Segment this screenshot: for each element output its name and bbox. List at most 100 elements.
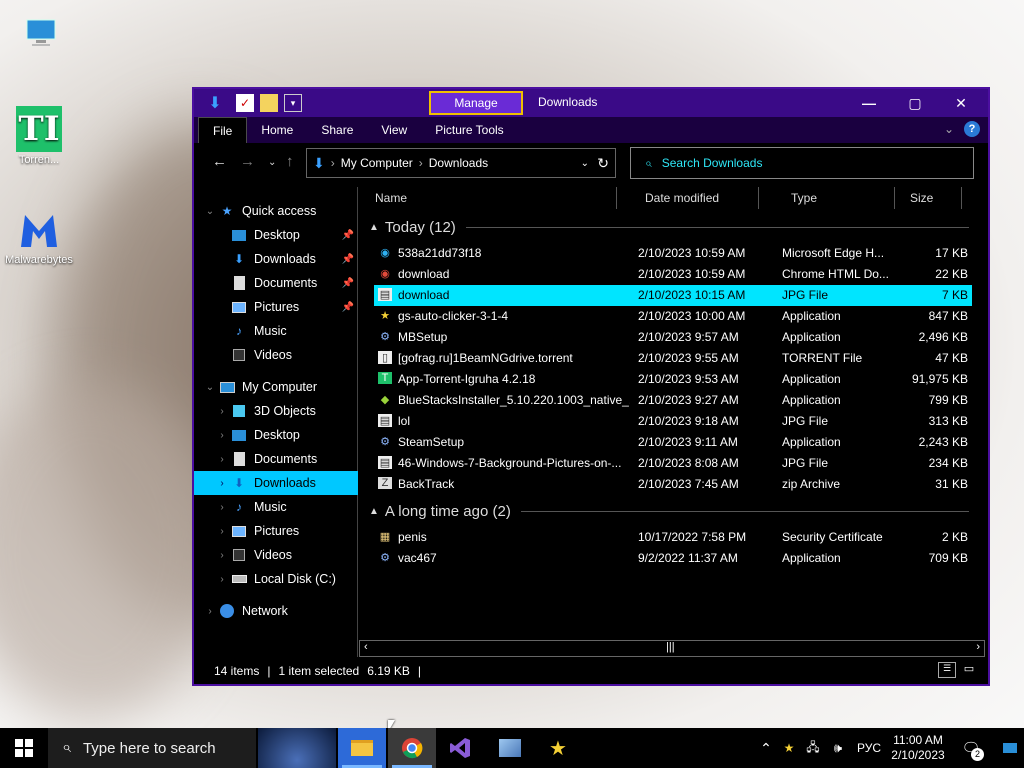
address-bar[interactable]: ⬇ › My Computer › Downloads ⌄ ↻ — [306, 148, 616, 178]
scroll-thumb[interactable]: ||| — [666, 641, 675, 653]
nav-documents[interactable]: › Documents — [194, 447, 358, 471]
nav-quick-access[interactable]: ⌄ ★ Quick access — [194, 199, 358, 223]
maximize-button[interactable]: ▢ — [892, 89, 938, 117]
recent-locations-chevron-icon[interactable]: ⌄ — [268, 157, 276, 168]
chevron-right-icon[interactable]: › — [202, 606, 218, 617]
desktop-icon-this-pc[interactable] — [2, 10, 80, 58]
nav-quick-documents[interactable]: Documents 📌 — [194, 271, 358, 295]
customize-quick-access-icon[interactable]: ▾ — [284, 94, 302, 112]
file-row[interactable]: ⚙ vac467 9/2/2022 11:37 AM Application 709 K… — [374, 548, 972, 569]
nav-quick-videos[interactable]: Videos — [194, 343, 358, 367]
help-icon[interactable]: ? — [964, 121, 980, 137]
language-indicator[interactable]: РУС — [852, 728, 886, 768]
file-row[interactable]: T App-Torrent-Igruha 4.2.18 2/10/2023 9:53… — [374, 369, 972, 390]
nav-quick-music[interactable]: ♪ Music — [194, 319, 358, 343]
breadcrumb-my-computer[interactable]: My Computer — [341, 156, 413, 170]
file-row[interactable]: ◆ BlueStacksInstaller_5.10.220.1003_nativ… — [374, 390, 972, 411]
chevron-right-icon[interactable]: › — [214, 478, 230, 489]
nav-my-computer[interactable]: ⌄ My Computer — [194, 375, 358, 399]
volume-icon[interactable]: 🕪 — [826, 728, 850, 768]
forward-arrow-icon[interactable]: → — [240, 153, 255, 170]
scroll-left-icon[interactable]: ‹ — [364, 641, 368, 653]
chevron-right-icon[interactable]: › — [214, 574, 230, 585]
properties-icon[interactable]: ✓ — [236, 94, 254, 112]
tab-file[interactable]: File — [198, 117, 248, 143]
column-header-name[interactable]: Name — [359, 187, 617, 209]
file-row[interactable]: ▤ 46-Windows-7-Background-Pictures-on-...… — [374, 453, 972, 474]
notification-center[interactable]: 🗨 2 — [956, 728, 986, 768]
column-header-type[interactable]: Type — [775, 187, 895, 209]
manage-tab[interactable]: Manage — [429, 91, 523, 115]
search-input[interactable]: Search Downloads — [662, 156, 763, 170]
expand-ribbon-icon[interactable]: ⌄ — [944, 122, 954, 136]
new-folder-icon[interactable] — [260, 94, 278, 112]
tab-home[interactable]: Home — [247, 117, 307, 143]
desktop-icon-malwarebytes[interactable]: Malwarebytes — [0, 206, 78, 266]
nav-pictures[interactable]: › Pictures — [194, 519, 358, 543]
group-header-today[interactable]: ▲ Today (12) — [369, 217, 969, 237]
taskbar-app-box[interactable] — [486, 728, 534, 768]
nav-network[interactable]: › Network — [194, 599, 358, 623]
details-view-icon[interactable]: ☰ — [938, 662, 956, 678]
title-bar[interactable]: ⬇ ✓ ▾ Manage Downloads — ▢ ✕ — [194, 89, 988, 117]
nav-3d-objects[interactable]: › 3D Objects — [194, 399, 358, 423]
back-arrow-icon[interactable]: ← — [212, 153, 227, 170]
large-icons-view-icon[interactable]: ▭ — [960, 662, 978, 678]
show-desktop-icon[interactable] — [998, 728, 1022, 768]
tray-overflow-icon[interactable]: ⌃ — [756, 728, 776, 768]
chevron-down-icon[interactable]: ⌄ — [202, 382, 218, 393]
file-row[interactable]: ▦ penis 10/17/2022 7:58 PM Security Certifi… — [374, 527, 972, 548]
file-row[interactable]: ◉ 538a21dd73f18 2/10/2023 10:59 AM Microsof… — [374, 243, 972, 264]
taskbar-news-widget[interactable] — [258, 728, 336, 768]
tray-star-icon[interactable]: ★ — [778, 728, 800, 768]
nav-quick-pictures[interactable]: Pictures 📌 — [194, 295, 358, 319]
tab-picture-tools[interactable]: Picture Tools — [421, 117, 517, 143]
file-row[interactable]: ▤ lol 2/10/2023 9:18 AM JPG File 313 KB — [374, 411, 972, 432]
desktop-icon-torrent[interactable]: TI Torren... — [0, 106, 78, 166]
start-button[interactable] — [0, 728, 48, 768]
taskbar-search[interactable]: ⌕ Type here to search — [48, 728, 256, 768]
chevron-right-icon[interactable]: › — [214, 526, 230, 537]
chevron-down-icon[interactable]: ⌄ — [202, 206, 218, 217]
up-arrow-icon[interactable]: ↑ — [286, 153, 294, 170]
column-header-size[interactable]: Size — [894, 187, 962, 209]
chevron-right-icon[interactable]: › — [214, 502, 230, 513]
file-row[interactable]: ⚙ SteamSetup 2/10/2023 9:11 AM Application 2… — [374, 432, 972, 453]
file-row[interactable]: ◉ download 2/10/2023 10:59 AM Chrome HTML D… — [374, 264, 972, 285]
tab-share[interactable]: Share — [307, 117, 367, 143]
breadcrumb-downloads[interactable]: Downloads — [429, 156, 488, 170]
file-row[interactable]: Z BackTrack 2/10/2023 7:45 AM zip Archive 31… — [374, 474, 972, 495]
column-header-date[interactable]: Date modified — [629, 187, 759, 209]
nav-desktop[interactable]: › Desktop — [194, 423, 358, 447]
chevron-right-icon[interactable]: › — [214, 430, 230, 441]
tab-view[interactable]: View — [367, 117, 421, 143]
taskbar-file-explorer[interactable] — [338, 728, 386, 768]
scroll-right-icon[interactable]: › — [976, 641, 980, 653]
network-icon[interactable]: 🖧 — [802, 728, 824, 768]
chevron-right-icon[interactable]: › — [214, 454, 230, 465]
close-button[interactable]: ✕ — [938, 89, 984, 117]
file-row[interactable]: ▯ [gofrag.ru]1BeamNGdrive.torrent 2/10/202… — [374, 348, 972, 369]
horizontal-scrollbar[interactable]: ‹ ||| › — [359, 640, 985, 657]
file-row[interactable]: ⚙ MBSetup 2/10/2023 9:57 AM Application 2,49… — [374, 327, 972, 348]
nav-videos[interactable]: › Videos — [194, 543, 358, 567]
minimize-button[interactable]: — — [846, 89, 892, 117]
refresh-icon[interactable]: ↻ — [597, 155, 609, 172]
file-row[interactable]: ★ gs-auto-clicker-3-1-4 2/10/2023 10:00 AM… — [374, 306, 972, 327]
taskbar-visual-studio[interactable] — [436, 728, 484, 768]
clock[interactable]: 11:00 AM 2/10/2023 — [886, 728, 950, 768]
chevron-right-icon[interactable]: › — [214, 406, 230, 417]
group-header-long-ago[interactable]: ▲ A long time ago (2) — [369, 501, 969, 521]
nav-quick-downloads[interactable]: ⬇ Downloads 📌 — [194, 247, 358, 271]
file-row[interactable]: ▤ download 2/10/2023 10:15 AM JPG File 7 KB — [374, 285, 972, 306]
taskbar-chrome[interactable] — [388, 728, 436, 768]
search-box[interactable]: ⌕ Search Downloads — [630, 147, 974, 179]
nav-local-disk[interactable]: › Local Disk (C:) — [194, 567, 358, 591]
nav-music[interactable]: › ♪ Music — [194, 495, 358, 519]
chevron-right-icon[interactable]: › — [214, 550, 230, 561]
taskbar-search-input[interactable]: Type here to search — [83, 740, 216, 757]
taskbar-auto-clicker[interactable]: ★ — [534, 728, 582, 768]
address-dropdown-icon[interactable]: ⌄ — [581, 158, 589, 169]
nav-downloads[interactable]: › ⬇ Downloads — [194, 471, 358, 495]
nav-quick-desktop[interactable]: Desktop 📌 — [194, 223, 358, 247]
